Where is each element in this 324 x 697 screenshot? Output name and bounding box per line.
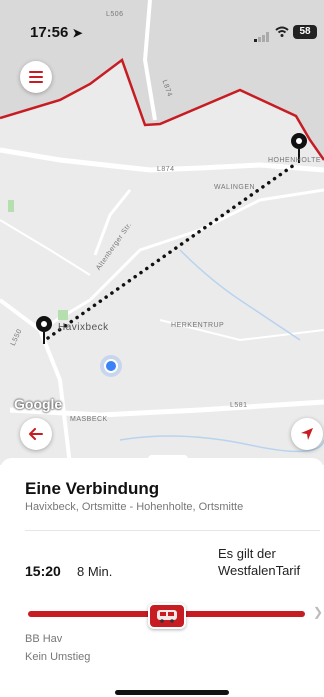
arrow-left-icon xyxy=(29,428,43,440)
status-bar: 17:56 ➤ 58 xyxy=(0,0,324,44)
sheet-grabber[interactable] xyxy=(148,455,188,463)
battery-icon: 58 xyxy=(293,25,317,39)
locate-me-button[interactable] xyxy=(291,418,323,450)
line-name: BB Hav xyxy=(25,633,63,645)
route-subtitle: Havixbeck, Ortsmitte - Hohenholte, Ortsm… xyxy=(25,501,244,513)
map-label-herkentrup: HERKENTRUP xyxy=(171,322,225,329)
menu-icon xyxy=(29,71,43,83)
google-logo: Google xyxy=(14,396,63,412)
navigation-arrow-icon xyxy=(301,428,313,440)
map-label-l874: L874 xyxy=(157,166,175,173)
trip-duration: 8 Min. xyxy=(77,564,113,579)
status-time: 17:56 ➤ xyxy=(30,24,83,41)
departure-time: 15:20 xyxy=(25,563,61,579)
sheet-title: Eine Verbindung xyxy=(25,479,160,498)
divider xyxy=(25,530,320,531)
location-arrow-icon: ➤ xyxy=(72,26,83,40)
cellular-signal-icon xyxy=(254,29,270,47)
current-location-icon xyxy=(100,355,122,377)
map-label-hohenholte: HOHENHOLTE xyxy=(268,157,322,164)
home-indicator[interactable] xyxy=(115,690,229,695)
wifi-icon xyxy=(275,26,289,40)
tariff-info: Es gilt der WestfalenTarif xyxy=(218,546,301,578)
map-label-masbeck: MASBECK xyxy=(70,416,108,423)
bus-icon xyxy=(148,603,186,629)
map-label-havixbeck: Havixbeck xyxy=(58,322,109,333)
back-button[interactable] xyxy=(20,418,52,450)
map-label-walingen: WALINGEN xyxy=(214,184,256,191)
changes-info: Kein Umstieg xyxy=(25,651,91,663)
menu-button[interactable] xyxy=(20,61,52,93)
chevron-right-icon: ❯ xyxy=(313,605,324,619)
map-label-l581: L581 xyxy=(230,402,248,409)
